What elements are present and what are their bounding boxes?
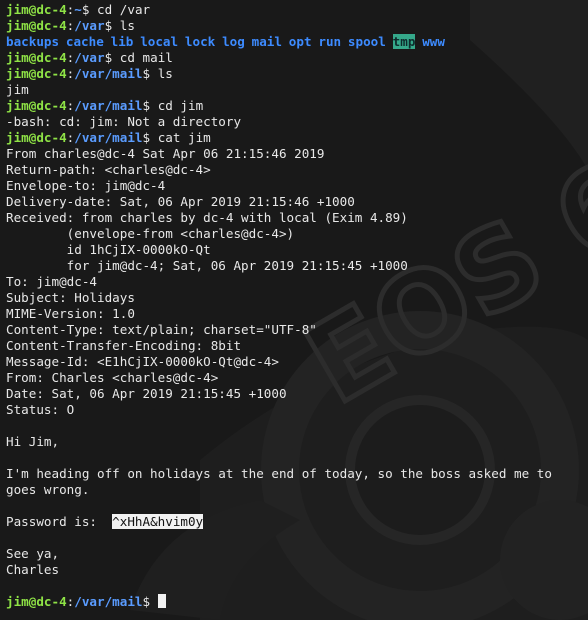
prompt-user-host: jim@dc-4 xyxy=(6,594,67,609)
prompt-user-host: jim@dc-4 xyxy=(6,66,67,81)
mail-body-line: I'm heading off on holidays at the end o… xyxy=(6,466,552,481)
prompt-dollar: $ xyxy=(81,2,98,17)
prompt-user-host: jim@dc-4 xyxy=(6,18,67,33)
mail-header-line: From charles@dc-4 Sat Apr 06 21:15:46 20… xyxy=(6,146,325,161)
command-text: ls xyxy=(119,18,135,33)
mail-header-line: Date: Sat, 06 Apr 2019 21:15:45 +1000 xyxy=(6,386,287,401)
mail-header-line: MIME-Version: 1.0 xyxy=(6,306,135,321)
terminal-line: jim@dc-4:/var/mail$ cat jim xyxy=(6,130,588,146)
mail-header-line: Status: O xyxy=(6,402,75,417)
mail-header-line: From: Charles <charles@dc-4> xyxy=(6,370,219,385)
dir-entry: lib xyxy=(110,34,134,49)
dir-entry: cache xyxy=(65,34,104,49)
prompt-dollar: $ xyxy=(142,66,158,81)
mail-header-line: for jim@dc-4; Sat, 06 Apr 2019 21:15:45 … xyxy=(6,258,408,273)
command-text: cd mail xyxy=(119,50,173,65)
text-cursor xyxy=(157,594,166,608)
mail-body-line: See ya, xyxy=(6,546,60,561)
mail-header-line: Envelope-to: jim@dc-4 xyxy=(6,178,166,193)
mail-header-line: Content-Type: text/plain; charset="UTF-8… xyxy=(6,322,317,337)
dir-entry: local xyxy=(140,34,179,49)
prompt-dollar: $ xyxy=(142,98,158,113)
prompt-dollar: $ xyxy=(104,18,120,33)
command-text: cat jim xyxy=(157,130,211,145)
dir-entry: lock xyxy=(184,34,216,49)
ls-output: jim xyxy=(6,82,29,97)
mail-body-line: Hi Jim, xyxy=(6,434,60,449)
dir-entry: spool xyxy=(347,34,386,49)
mail-header-line: (envelope-from <charles@dc-4>) xyxy=(6,226,295,241)
prompt-dollar: $ xyxy=(142,130,158,145)
password-value-selected[interactable]: ^xHhA&hvim0y xyxy=(112,514,204,529)
prompt-user-host: jim@dc-4 xyxy=(6,98,67,113)
terminal-line[interactable]: jim@dc-4:/var/mail$ xyxy=(6,594,588,610)
prompt-user-host: jim@dc-4 xyxy=(6,130,67,145)
dir-entry: www xyxy=(422,34,445,49)
prompt-user-host: jim@dc-4 xyxy=(6,2,67,17)
dir-entry-sticky: tmp xyxy=(392,34,416,49)
mail-header-line: Received: from charles by dc-4 with loca… xyxy=(6,210,408,225)
prompt-path: /var xyxy=(74,50,105,65)
error-message: -bash: cd: jim: Not a directory xyxy=(6,114,242,129)
terminal-line: jim@dc-4:/var/mail$ ls xyxy=(6,66,588,82)
ls-output: backups cache lib local lock log mail opt run spo… xyxy=(6,34,588,50)
prompt-path: /var/mail xyxy=(74,594,143,609)
prompt-user-host: jim@dc-4 xyxy=(6,50,67,65)
terminal-line: jim@dc-4:/var$ ls xyxy=(6,18,588,34)
prompt-dollar: $ xyxy=(142,594,158,609)
mail-header-line: Content-Transfer-Encoding: 8bit xyxy=(6,338,242,353)
dir-entry: opt xyxy=(288,34,312,49)
mail-header-line: id 1hCjIX-0000kO-Qt xyxy=(6,242,211,257)
terminal-line: jim@dc-4:/var/mail$ cd jim xyxy=(6,98,588,114)
mail-body-line: Password is: ^xHhA&hvim0y xyxy=(6,514,588,530)
password-label: Password is: xyxy=(6,514,113,529)
prompt-dollar: $ xyxy=(104,50,120,65)
terminal-output[interactable]: jim@dc-4:~$ cd /var jim@dc-4:/var$ ls ba… xyxy=(0,0,588,620)
dir-entry: run xyxy=(318,34,342,49)
terminal-line: jim@dc-4:~$ cd /var xyxy=(6,2,588,18)
prompt-path: /var/mail xyxy=(74,98,143,113)
dir-entry: log xyxy=(222,34,245,49)
prompt-path: ~ xyxy=(74,2,82,17)
mail-body-line: goes wrong. xyxy=(6,482,90,497)
prompt-path: /var/mail xyxy=(74,66,143,81)
mail-header-line: Message-Id: <E1hCjIX-0000kO-Qt@dc-4> xyxy=(6,354,279,369)
mail-header-line: Subject: Holidays xyxy=(6,290,135,305)
command-text: cd /var xyxy=(97,2,151,17)
terminal-line: jim@dc-4:/var$ cd mail xyxy=(6,50,588,66)
command-text: ls xyxy=(157,66,173,81)
mail-header-line: Return-path: <charles@dc-4> xyxy=(6,162,211,177)
prompt-path: /var xyxy=(74,18,105,33)
prompt-path: /var/mail xyxy=(74,130,143,145)
mail-body-line: Charles xyxy=(6,562,60,577)
mail-header-line: To: jim@dc-4 xyxy=(6,274,97,289)
dir-entry: mail xyxy=(251,34,282,49)
dir-entry: backups xyxy=(6,34,60,49)
mail-header-line: Delivery-date: Sat, 06 Apr 2019 21:15:46… xyxy=(6,194,355,209)
command-text: cd jim xyxy=(157,98,204,113)
